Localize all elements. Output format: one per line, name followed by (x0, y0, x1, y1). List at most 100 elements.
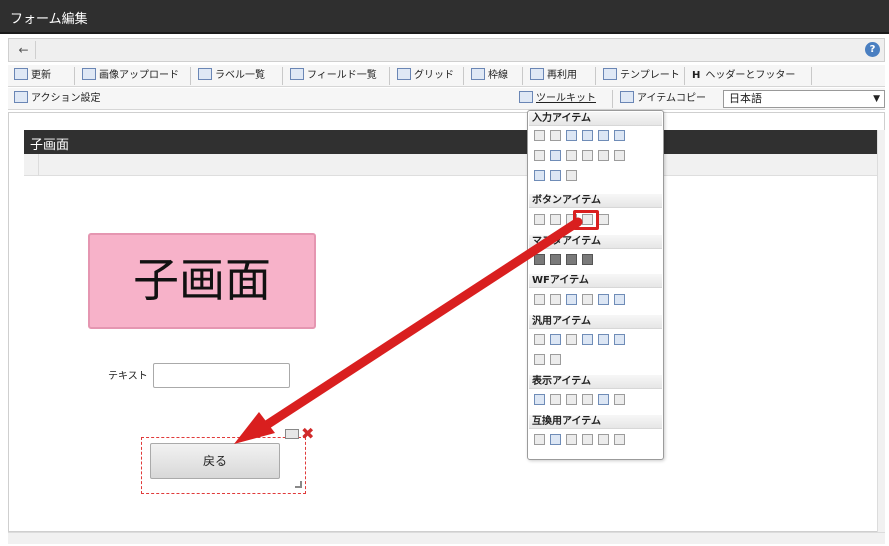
user-icon[interactable] (534, 254, 545, 265)
palette-section-master: マスタアイテム (529, 235, 662, 249)
radio-icon[interactable] (582, 150, 593, 161)
horizontal-scrollbar[interactable] (8, 532, 885, 544)
language-select[interactable]: 日本語 ▼ (723, 90, 885, 108)
building-icon[interactable] (550, 254, 561, 265)
action-settings-button[interactable]: アクション設定 (14, 91, 101, 107)
big-title-label[interactable]: 子画面 (88, 233, 316, 329)
table-icon[interactable] (614, 434, 625, 445)
template-icon (603, 68, 617, 80)
reuse-button[interactable]: 再利用 (530, 68, 577, 84)
role-icon[interactable] (582, 254, 593, 265)
chevron-down-icon: ▼ (873, 94, 880, 104)
vertical-scrollbar[interactable] (877, 130, 885, 532)
frame-icon[interactable] (550, 334, 561, 345)
text-icon[interactable] (614, 394, 625, 405)
image-icon (82, 68, 96, 80)
wf-items-row (534, 294, 630, 308)
image-item-icon[interactable] (566, 294, 577, 305)
toolkit-button[interactable]: ツールキット (519, 91, 596, 107)
history-icon[interactable] (582, 294, 593, 305)
attach-icon[interactable] (550, 294, 561, 305)
select-icon[interactable] (598, 434, 609, 445)
picture-icon[interactable] (598, 394, 609, 405)
checkbox-icon[interactable] (566, 434, 577, 445)
palette-section-wf: WFアイテム (529, 274, 662, 288)
frame-title: 子画面 (24, 130, 884, 154)
flow-icon[interactable] (598, 294, 609, 305)
border-icon (471, 68, 485, 80)
link-icon[interactable] (566, 334, 577, 345)
calendar-range-icon[interactable] (614, 130, 625, 141)
map-icon[interactable] (582, 334, 593, 345)
formula-icon[interactable] (582, 130, 593, 141)
line-icon[interactable] (534, 334, 545, 345)
grid-icon (397, 68, 411, 80)
palette-section-compat: 互換用アイテム (529, 415, 662, 429)
general-items-row-2 (534, 354, 566, 368)
list-box-icon[interactable] (550, 434, 561, 445)
palette-section-general: 汎用アイテム (529, 315, 662, 329)
window-title: フォーム編集 (0, 0, 889, 34)
secondary-toolbar: アクション設定 ツールキット アイテムコピー 日本語 ▼ (8, 88, 885, 110)
list-icon (290, 68, 304, 80)
rich-text-icon[interactable] (566, 170, 577, 181)
header-footer-button[interactable]: H ヘッダーとフッター (692, 68, 795, 84)
vline-icon[interactable] (566, 394, 577, 405)
action-icon (14, 91, 28, 103)
select-icon[interactable] (598, 150, 609, 161)
nav-bar: ← ? (8, 38, 885, 62)
table-icon[interactable] (614, 150, 625, 161)
grid-button[interactable]: グリッド (397, 68, 454, 84)
hline-icon[interactable] (550, 394, 561, 405)
list-box-icon[interactable] (550, 150, 561, 161)
chart-icon[interactable] (550, 354, 561, 365)
export-icon[interactable] (614, 334, 625, 345)
template-button[interactable]: テンプレート (603, 68, 680, 84)
palette-section-display: 表示アイテム (529, 375, 662, 389)
panel-icon[interactable] (534, 354, 545, 365)
main-toolbar: 更新 画像アップロード ラベル一覧 フィールド一覧 グリッド 枠線 再利用 テン… (8, 65, 885, 87)
textbox-icon[interactable] (534, 130, 545, 141)
properties-icon[interactable] (285, 429, 299, 439)
palette-section-button: ボタンアイテム (529, 194, 662, 208)
compat-items-row (534, 434, 630, 448)
resize-handle-icon[interactable] (295, 481, 302, 488)
text-input[interactable] (153, 363, 290, 388)
page-icon[interactable] (598, 334, 609, 345)
back-arrow-button[interactable]: ← (12, 41, 36, 59)
upload-icon[interactable] (534, 170, 545, 181)
label-icon[interactable] (534, 394, 545, 405)
general-items-row-1 (534, 334, 630, 348)
submit-icon[interactable] (550, 214, 561, 225)
field-list-button[interactable]: フィールド一覧 (290, 68, 377, 84)
display-items-row (534, 394, 630, 408)
group-icon[interactable] (566, 254, 577, 265)
number-icon[interactable] (566, 130, 577, 141)
textarea-icon[interactable] (550, 130, 561, 141)
back-button[interactable]: 戻る (150, 443, 280, 479)
combo-icon[interactable] (534, 150, 545, 161)
button-icon[interactable] (534, 214, 545, 225)
close-icon[interactable]: ✖ (301, 424, 314, 443)
frame-subheader (24, 154, 884, 176)
document-icon[interactable] (534, 294, 545, 305)
update-button[interactable]: 更新 (14, 68, 51, 84)
combo-icon[interactable] (534, 434, 545, 445)
refresh-icon (14, 68, 28, 80)
item-copy-button[interactable]: アイテムコピー (620, 91, 706, 107)
copy-icon (530, 68, 544, 80)
box-icon[interactable] (582, 394, 593, 405)
checkbox-icon[interactable] (566, 150, 577, 161)
stamp-icon[interactable] (614, 294, 625, 305)
palette-section-input: 入力アイテム (529, 112, 662, 126)
label-list-button[interactable]: ラベル一覧 (198, 68, 265, 84)
image-upload-button[interactable]: 画像アップロード (82, 68, 179, 84)
file-icon[interactable] (550, 170, 561, 181)
next-icon[interactable] (598, 214, 609, 225)
calendar-icon[interactable] (598, 130, 609, 141)
border-button[interactable]: 枠線 (471, 68, 508, 84)
radio-icon[interactable] (582, 434, 593, 445)
toolkit-icon (519, 91, 533, 103)
help-icon[interactable]: ? (865, 42, 880, 57)
input-items-row-1 (534, 130, 630, 144)
